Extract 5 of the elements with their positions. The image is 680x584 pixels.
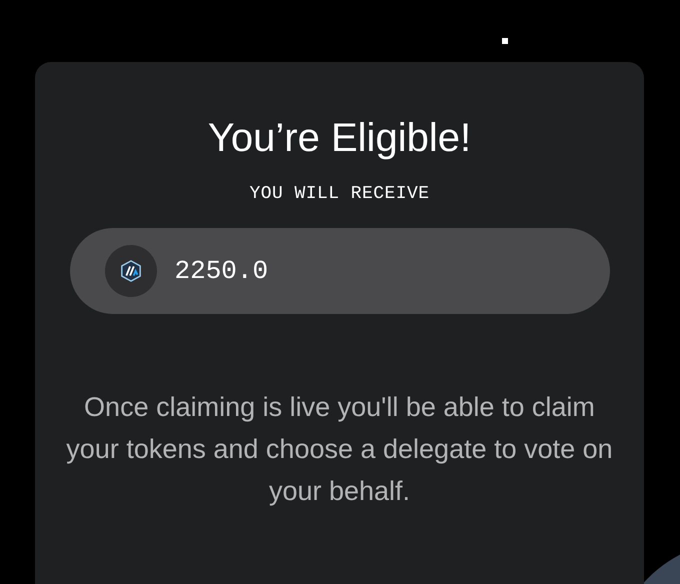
token-amount: 2250.0 — [174, 254, 268, 288]
receive-label: YOU WILL RECEIVE — [249, 183, 430, 206]
card-title: You’re Eligible! — [208, 115, 472, 162]
token-icon — [104, 245, 156, 297]
claim-message: Once claiming is live you'll be able to claim your tokens and choose a delegate to vote on your behalf. — [65, 391, 614, 508]
